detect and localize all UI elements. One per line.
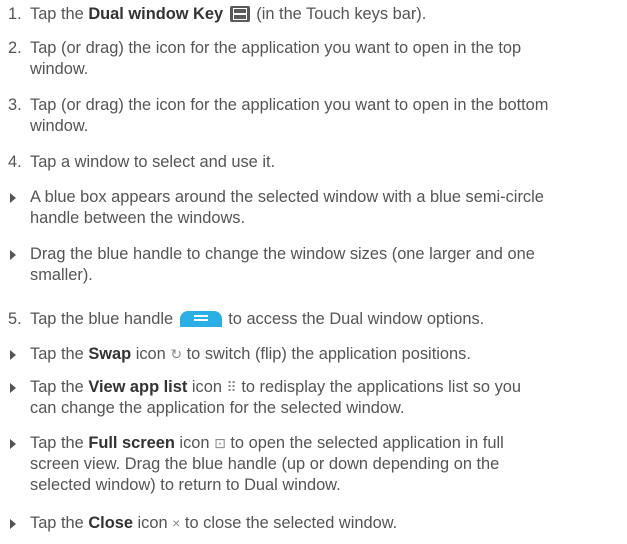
bullet-arrow-icon <box>10 519 16 529</box>
step-number: 3. <box>8 96 22 114</box>
step-number: 5. <box>8 310 22 328</box>
bullet-arrow-icon <box>10 439 16 449</box>
instructions-document: 1. Tap the Dual window Key (in the Touch… <box>8 5 549 532</box>
swap-label: Swap <box>88 345 132 363</box>
blue-handle-icon <box>179 311 222 327</box>
step-number: 1. <box>8 5 22 23</box>
full-screen-label: Full screen <box>88 434 175 452</box>
grid-icon: ⠿ <box>226 379 237 395</box>
dual-window-key-icon <box>229 6 250 22</box>
close-label: Close <box>88 514 133 532</box>
step-number: 2. <box>8 39 22 57</box>
bullet-arrow-icon <box>10 350 16 360</box>
dual-window-key-label: Dual window Key <box>88 5 224 23</box>
bullet-arrow-icon <box>10 383 16 393</box>
swap-icon: ↻ <box>170 346 183 362</box>
bullet-arrow-icon <box>10 250 16 260</box>
bullet-arrow-icon <box>10 193 16 203</box>
view-app-list-label: View app list <box>88 378 188 396</box>
close-icon: × <box>172 515 181 531</box>
full-screen-icon: ⊡ <box>214 435 226 451</box>
step-number: 4. <box>8 153 22 171</box>
